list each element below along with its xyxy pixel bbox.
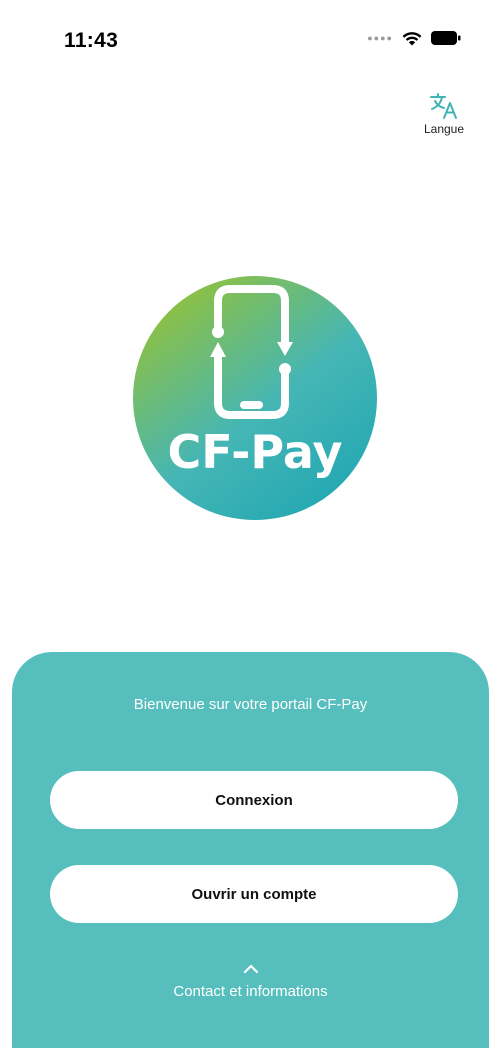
contact-info-toggle[interactable]: Contact et informations xyxy=(12,964,489,1000)
status-bar: 11:43 ●●●● xyxy=(0,0,489,84)
battery-icon xyxy=(431,31,461,45)
language-button[interactable]: Langue xyxy=(417,92,471,136)
welcome-text: Bienvenue sur votre portail CF-Pay xyxy=(133,696,368,713)
wifi-icon xyxy=(402,32,422,46)
logo-text: CF-Pay xyxy=(168,425,343,479)
status-icons: ●●●● xyxy=(367,30,461,46)
cf-pay-logo: CF-Pay xyxy=(133,276,377,520)
chevron-up-icon xyxy=(243,964,258,974)
login-button[interactable]: Connexion xyxy=(50,771,458,829)
contact-info-label: Contact et informations xyxy=(173,983,328,1000)
open-account-button[interactable]: Ouvrir un compte xyxy=(50,865,458,923)
translate-icon xyxy=(430,93,457,119)
language-label: Langue xyxy=(423,122,465,136)
welcome-panel: Bienvenue sur votre portail CF-Pay Conne… xyxy=(12,652,489,1048)
signal-dots-icon: ●●●● xyxy=(367,32,393,43)
status-time: 11:43 xyxy=(64,29,119,52)
